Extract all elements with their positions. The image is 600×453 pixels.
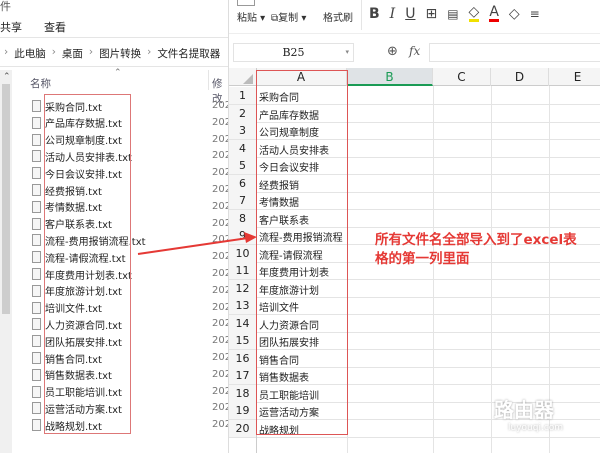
- annotation-line: 所有文件名全部导入到了excel表: [375, 232, 577, 248]
- watermark: 路由器 luyouqi.com: [494, 398, 564, 433]
- arrow: [137, 232, 257, 255]
- annotation-line: 格的第一列里面: [375, 251, 470, 267]
- annotation: 所有文件名全部导入到了excel表 格的第一列里面: [375, 231, 577, 269]
